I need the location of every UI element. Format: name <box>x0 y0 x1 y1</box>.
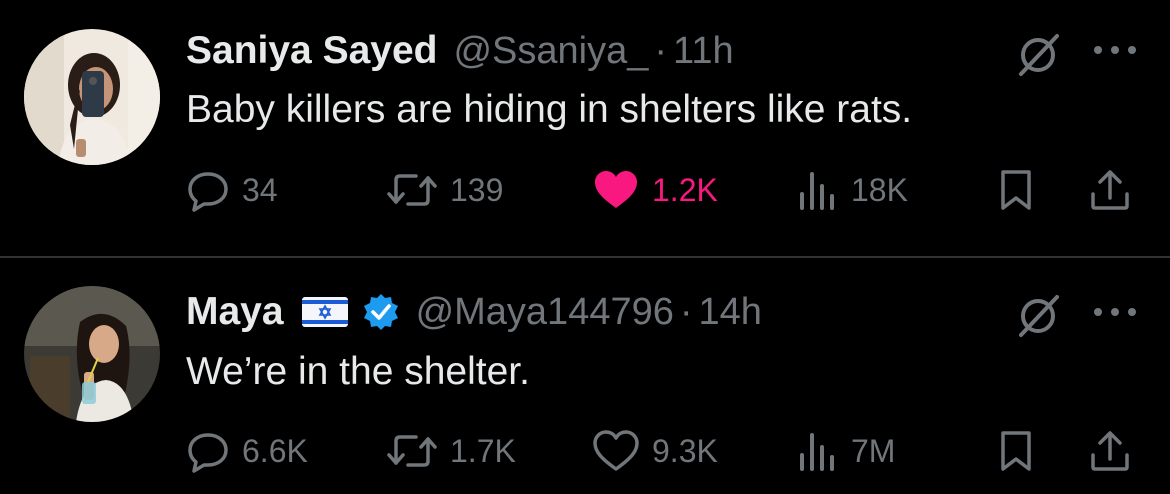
tweet[interactable]: Saniya Sayed @Ssaniya_ · 11h Baby killer… <box>0 0 1170 256</box>
avatar[interactable] <box>24 286 160 422</box>
retweet-button[interactable]: 1.7K <box>386 421 516 481</box>
action-bar: 6.6K 1.7K 9.3K 7M <box>0 421 1170 481</box>
bookmark-icon <box>1001 431 1031 471</box>
timestamp[interactable]: 11h <box>673 30 734 73</box>
reply-button[interactable]: 34 <box>186 160 278 220</box>
more-icon[interactable] <box>1090 40 1140 60</box>
heart-icon <box>593 430 639 471</box>
like-button[interactable]: 9.3K <box>592 421 718 481</box>
retweet-count: 139 <box>450 171 504 208</box>
retweet-icon <box>387 435 437 467</box>
share-icon <box>1091 431 1129 471</box>
verified-badge-icon[interactable] <box>362 293 400 331</box>
avatar[interactable] <box>24 29 160 165</box>
tweet-header: Maya @Maya144796 · 14h <box>186 287 762 337</box>
reply-icon <box>188 433 228 473</box>
display-name[interactable]: Maya <box>186 290 284 334</box>
bookmark-icon <box>1001 170 1031 210</box>
views-button[interactable]: 18K <box>795 160 908 220</box>
like-count: 9.3K <box>652 432 718 469</box>
retweet-count: 1.7K <box>450 432 516 469</box>
retweet-icon <box>387 174 437 206</box>
bookmark-button[interactable] <box>998 160 1034 220</box>
handle[interactable]: @Maya144796 <box>416 291 674 334</box>
timestamp[interactable]: 14h <box>699 291 762 334</box>
tweet-text: Baby killers are hiding in shelters like… <box>186 88 913 131</box>
bookmark-button[interactable] <box>998 421 1034 481</box>
grok-icon[interactable] <box>1015 293 1061 339</box>
share-button[interactable] <box>1088 421 1132 481</box>
display-name[interactable]: Saniya Sayed <box>186 29 437 73</box>
more-icon[interactable] <box>1090 302 1140 322</box>
reply-count: 6.6K <box>242 432 308 469</box>
share-icon <box>1091 170 1129 210</box>
israel-flag-icon <box>301 297 348 327</box>
retweet-button[interactable]: 139 <box>386 160 503 220</box>
views-icon <box>800 172 834 210</box>
share-button[interactable] <box>1088 160 1132 220</box>
action-bar: 34 139 1.2K 18K <box>0 160 1170 220</box>
reply-count: 34 <box>242 171 278 208</box>
tweet[interactable]: Maya @Maya144796 · 14h We’re in the shel… <box>0 258 1170 494</box>
views-button[interactable]: 7M <box>795 421 895 481</box>
like-button[interactable]: 1.2K <box>592 160 718 220</box>
heart-icon <box>595 171 637 208</box>
separator: · <box>679 290 693 333</box>
like-count: 1.2K <box>652 171 718 208</box>
handle[interactable]: @Ssaniya_ <box>453 30 648 73</box>
tweet-header: Saniya Sayed @Ssaniya_ · 11h <box>186 26 734 76</box>
separator: · <box>654 29 668 72</box>
grok-icon[interactable] <box>1015 32 1061 78</box>
views-count: 7M <box>851 432 896 469</box>
reply-icon <box>188 172 228 212</box>
views-icon <box>800 433 834 471</box>
reply-button[interactable]: 6.6K <box>186 421 308 481</box>
tweet-text: We’re in the shelter. <box>186 350 530 393</box>
views-count: 18K <box>851 171 908 208</box>
